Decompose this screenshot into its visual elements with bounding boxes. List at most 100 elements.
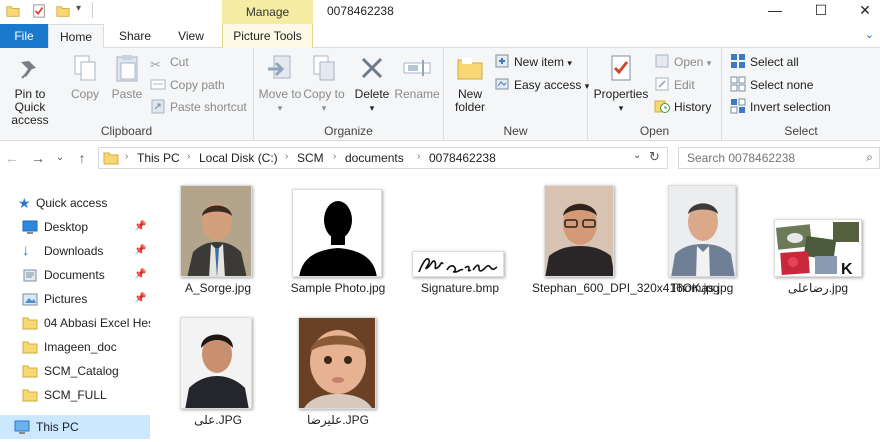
clipboard-group-label: Clipboard (100, 124, 153, 138)
sidebar-item-downloads[interactable]: ↓ Downloads 📌 (0, 239, 150, 263)
organize-group-label: Organize (324, 124, 373, 138)
open-button[interactable]: Open ▾ (654, 52, 711, 72)
copy-to-label: Copy to (303, 87, 345, 101)
sidebar-item-pictures[interactable]: Pictures 📌 (0, 287, 150, 311)
invert-selection-button[interactable]: Invert selection (730, 97, 831, 117)
select-none-button[interactable]: Select none (730, 75, 813, 95)
folder-icon (103, 152, 119, 165)
sidebar-item-desktop[interactable]: Desktop 📌 (0, 215, 150, 239)
delete-label: Delete (354, 87, 390, 101)
select-all-icon (731, 54, 745, 68)
minimize-button[interactable]: — (752, 0, 798, 22)
file-item[interactable]: Stephan_600_DPI_320x416OK.jpg (532, 185, 719, 317)
breadcrumb-separator-icon: › (417, 151, 421, 162)
open-group: Properties ▾ Open ▾ Edit History Open (588, 48, 722, 141)
title-bar: ▾ Manage 0078462238 — ☐ ✕ (0, 0, 880, 24)
file-item[interactable]: A_Sorge.jpg (170, 185, 266, 301)
breadcrumb-this-pc[interactable]: This PC (137, 151, 180, 165)
file-item[interactable]: Signature.bmp (412, 185, 508, 301)
tab-manage[interactable]: Manage (222, 0, 313, 24)
pin-icon[interactable]: 📌 (134, 287, 146, 311)
forward-arrow-icon[interactable]: → (28, 149, 48, 167)
new-group-label: New (503, 124, 528, 138)
move-to-button[interactable]: Move to ▾ (258, 52, 302, 115)
tab-view[interactable]: View (166, 24, 216, 48)
breadcrumb-scm[interactable]: SCM (297, 151, 324, 165)
file-name: رضاعلی.jpg (787, 281, 849, 295)
sidebar-item-quick-access[interactable]: ★ Quick access (0, 191, 150, 215)
copy-path-button[interactable]: Copy path (150, 75, 225, 95)
copy-to-icon (313, 55, 335, 81)
pin-icon[interactable]: 📌 (134, 239, 146, 263)
desktop-icon (22, 220, 38, 234)
navigation-pane: ★ Quick access Desktop 📌 ↓ Downloads 📌 D… (0, 175, 150, 442)
address-row: ← → ⌄ ↑ › This PC › Local Disk (C:) › SC… (0, 141, 880, 175)
tab-home[interactable]: Home (48, 24, 104, 49)
sidebar-item-this-pc[interactable]: This PC (0, 415, 150, 439)
edit-button[interactable]: Edit (654, 75, 695, 95)
properties-button[interactable]: Properties ▾ (592, 52, 650, 115)
rename-button[interactable]: Rename (394, 52, 440, 101)
copy-to-button[interactable]: Copy to ▾ (302, 52, 346, 115)
edit-label: Edit (674, 78, 695, 92)
star-icon: ★ (18, 195, 31, 211)
breadcrumb-local-disk[interactable]: Local Disk (C:) (199, 151, 278, 165)
delete-button[interactable]: Delete ▾ (350, 52, 394, 115)
breadcrumb-current-folder[interactable]: 0078462238 (429, 151, 496, 165)
cut-button[interactable]: ✂ Cut (150, 52, 189, 72)
tab-file[interactable]: File (0, 24, 48, 48)
properties-icon (611, 55, 631, 81)
close-button[interactable]: ✕ (842, 0, 880, 22)
history-label: History (674, 100, 712, 114)
search-input[interactable] (679, 148, 859, 168)
search-icon[interactable]: ⌕ (866, 150, 873, 165)
sidebar-item-imageen-doc[interactable]: Imageen_doc (0, 335, 150, 359)
new-item-button[interactable]: New item ▾ (494, 52, 572, 72)
file-item[interactable]: علی.JPG (170, 317, 266, 433)
file-name: علیرضا.JPG (307, 413, 369, 427)
pin-icon[interactable]: 📌 (134, 215, 146, 239)
sidebar-item-documents[interactable]: Documents 📌 (0, 263, 150, 287)
divider (92, 2, 93, 18)
file-item[interactable]: علیرضا.JPG (290, 317, 386, 433)
refresh-icon[interactable]: ↻ (649, 149, 660, 165)
paste-shortcut-button[interactable]: Paste shortcut (150, 97, 247, 117)
pictures-icon (22, 293, 38, 306)
sidebar-item-04-abbasi-excel[interactable]: 04 Abbasi Excel Hes (0, 311, 150, 335)
select-all-button[interactable]: Select all (730, 52, 799, 72)
paste-icon (116, 55, 138, 82)
sidebar-item-scm-catalog[interactable]: SCM_Catalog (0, 359, 150, 383)
up-arrow-icon[interactable]: ↑ (72, 149, 92, 167)
paste-button[interactable]: Paste (106, 52, 148, 101)
folder-icon[interactable] (6, 4, 20, 18)
search-box[interactable]: ⌕ (678, 147, 880, 169)
pin-icon[interactable]: 📌 (134, 263, 146, 287)
invert-selection-label: Invert selection (750, 100, 831, 114)
copy-button[interactable]: Copy (64, 52, 106, 101)
back-arrow-icon[interactable]: ← (2, 149, 22, 167)
pin-to-quick-access-button[interactable]: Pin to Quick access (0, 52, 60, 127)
address-dropdown-icon[interactable]: ⌄ (633, 150, 641, 161)
new-item-dropdown-icon: ▾ (567, 58, 572, 68)
new-folder-icon[interactable] (56, 4, 70, 18)
address-bar[interactable]: › This PC › Local Disk (C:) › SCM › docu… (98, 147, 668, 169)
recent-locations-icon[interactable]: ⌄ (50, 149, 70, 167)
file-item[interactable]: K رضاعلی.jpg (766, 185, 862, 301)
rename-icon (403, 60, 431, 76)
maximize-button[interactable]: ☐ (798, 0, 844, 22)
new-folder-button[interactable]: New folder (448, 52, 492, 114)
sidebar-item-scm-full[interactable]: SCM_FULL (0, 383, 150, 407)
tab-share[interactable]: Share (110, 24, 160, 48)
expand-ribbon-icon[interactable]: ⌄ (865, 28, 874, 41)
qat-dropdown-icon[interactable]: ▾ (76, 3, 81, 14)
properties-check-icon[interactable] (32, 4, 46, 18)
file-item[interactable]: Thomas.jpg (654, 185, 750, 301)
file-item[interactable]: Sample Photo.jpg (290, 185, 386, 317)
breadcrumb-documents[interactable]: documents (345, 151, 404, 165)
computer-icon (14, 420, 30, 434)
easy-access-button[interactable]: Easy access ▾ (494, 75, 589, 95)
history-button[interactable]: History (654, 97, 711, 117)
tab-picture-tools[interactable]: Picture Tools (222, 24, 313, 48)
sidebar-item-label: SCM_Catalog (44, 364, 119, 378)
select-none-label: Select none (750, 78, 814, 92)
